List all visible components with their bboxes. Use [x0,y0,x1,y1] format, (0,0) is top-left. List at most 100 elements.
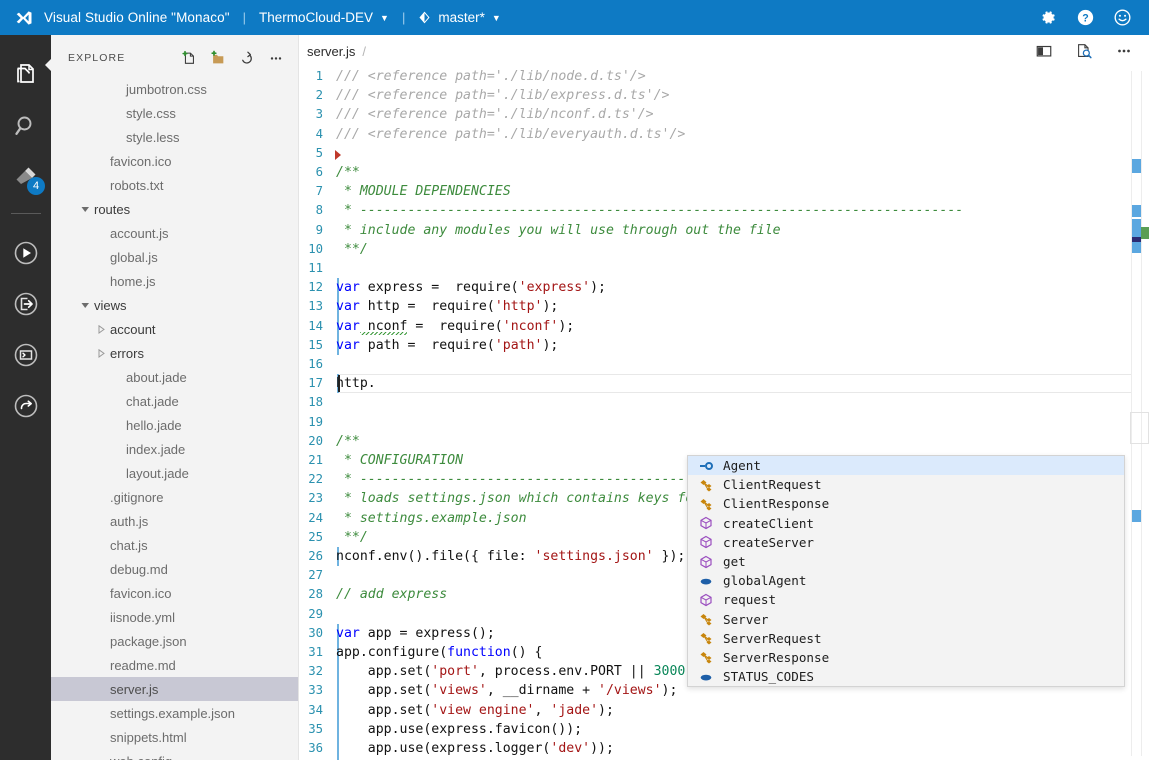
code-line[interactable]: 34 app.set('view engine', 'jade'); [299,701,1149,720]
new-folder-icon[interactable] [210,50,226,66]
tree-file[interactable]: web.config [51,749,298,760]
new-file-icon[interactable] [181,50,197,66]
tree-file[interactable]: snippets.html [51,725,298,749]
autocomplete-item[interactable]: createClient [688,514,1124,533]
autocomplete-item[interactable]: ServerResponse [688,648,1124,667]
activity-item-deploy[interactable] [0,278,51,329]
tree-folder[interactable]: errors [51,341,298,365]
activity-item-run[interactable] [0,227,51,278]
activity-item-explore[interactable] [0,49,51,100]
code-line[interactable]: 12var express = require('express'); [299,278,1149,297]
autocomplete-popup[interactable]: AgentClientRequestClientResponsecreateCl… [687,455,1125,687]
code-line[interactable]: 13var http = require('http'); [299,297,1149,316]
tree-indent-spacer [95,635,107,647]
smiley-face-icon[interactable] [1114,9,1131,26]
code-line[interactable]: 15var path = require('path'); [299,336,1149,355]
tree-file[interactable]: about.jade [51,365,298,389]
code-line[interactable]: 7 * MODULE DEPENDENCIES [299,182,1149,201]
chevron-down-icon[interactable] [79,203,91,215]
project-selector[interactable]: ThermoCloud-DEV ▼ [259,10,389,25]
code-editor[interactable]: 1/// <reference path='./lib/node.d.ts'/>… [299,67,1149,760]
tree-file[interactable]: home.js [51,269,298,293]
autocomplete-item[interactable]: ClientResponse [688,494,1124,513]
autocomplete-item[interactable]: globalAgent [688,571,1124,590]
tree-file[interactable]: style.css [51,101,298,125]
code-line[interactable]: 3/// <reference path='./lib/nconf.d.ts'/… [299,105,1149,124]
code-line[interactable]: 2/// <reference path='./lib/express.d.ts… [299,86,1149,105]
tree-file[interactable]: auth.js [51,509,298,533]
tree-file[interactable]: readme.md [51,653,298,677]
chevron-right-icon[interactable] [95,347,107,359]
tree-file[interactable]: .gitignore [51,485,298,509]
tree-file[interactable]: settings.example.json [51,701,298,725]
activity-item-git[interactable]: 4 [0,151,51,202]
tree-file[interactable]: package.json [51,629,298,653]
tree-file[interactable]: jumbotron.css [51,77,298,101]
editor-overview-ruler[interactable] [1130,67,1149,760]
tree-file[interactable]: layout.jade [51,461,298,485]
tree-folder[interactable]: routes [51,197,298,221]
tree-file[interactable]: style.less [51,125,298,149]
scrollbar-thumb[interactable] [1130,412,1149,444]
activity-item-console[interactable] [0,329,51,380]
code-line[interactable]: 16 [299,355,1149,374]
tree-file[interactable]: server.js [51,677,298,701]
files-icon [12,61,40,89]
code-line[interactable]: 18 [299,393,1149,412]
code-line[interactable]: 14var nconf = require('nconf'); [299,317,1149,336]
refresh-icon[interactable] [239,50,255,66]
chevron-down-icon[interactable] [79,299,91,311]
code-token: , process.env.PORT || [479,664,654,679]
tree-file[interactable]: favicon.ico [51,149,298,173]
autocomplete-item[interactable]: ServerRequest [688,629,1124,648]
line-text: var path = require('path'); [331,336,558,355]
code-line[interactable]: 17http. [299,374,1149,393]
tree-file[interactable]: iisnode.yml [51,605,298,629]
activity-item-search[interactable] [0,100,51,151]
tree-file[interactable]: chat.jade [51,389,298,413]
breakpoint-marker-icon[interactable] [335,150,341,160]
code-line[interactable]: 8 * ------------------------------------… [299,201,1149,220]
breadcrumb-file[interactable]: server.js [307,44,355,59]
tree-file[interactable]: account.js [51,221,298,245]
document-search-icon[interactable] [1075,42,1093,60]
autocomplete-item[interactable]: request [688,590,1124,609]
code-line[interactable]: 9 * include any modules you will use thr… [299,221,1149,240]
activity-item-refresh[interactable] [0,380,51,431]
autocomplete-item[interactable]: createServer [688,533,1124,552]
code-line[interactable]: 11 [299,259,1149,278]
autocomplete-item[interactable]: Server [688,610,1124,629]
code-line[interactable]: 20/** [299,432,1149,451]
tree-folder[interactable]: views [51,293,298,317]
code-line[interactable]: 36 app.use(express.logger('dev')); [299,739,1149,758]
code-line[interactable]: 1/// <reference path='./lib/node.d.ts'/> [299,67,1149,86]
autocomplete-item[interactable]: Agent [688,456,1124,475]
chevron-right-icon[interactable] [95,323,107,335]
code-token: 'dev' [550,741,590,756]
tree-file[interactable]: index.jade [51,437,298,461]
autocomplete-item[interactable]: ClientRequest [688,475,1124,494]
tree-file[interactable]: global.js [51,245,298,269]
tree-folder[interactable]: account [51,317,298,341]
code-line[interactable]: 4/// <reference path='./lib/everyauth.d.… [299,125,1149,144]
ellipsis-icon[interactable] [268,50,284,66]
code-line[interactable]: 6/** [299,163,1149,182]
autocomplete-item[interactable]: STATUS_CODES [688,667,1124,686]
tree-file[interactable]: hello.jade [51,413,298,437]
ellipsis-icon[interactable] [1115,42,1133,60]
tree-file[interactable]: robots.txt [51,173,298,197]
gear-icon[interactable] [1040,9,1057,26]
file-tree[interactable]: jumbotron.cssstyle.cssstyle.lessfavicon.… [51,73,298,760]
code-line[interactable]: 5 [299,144,1149,163]
autocomplete-item[interactable]: get [688,552,1124,571]
tree-file[interactable]: debug.md [51,557,298,581]
tree-item-label: layout.jade [126,466,189,481]
split-editor-icon[interactable] [1035,42,1053,60]
question-mark-icon[interactable]: ? [1077,9,1094,26]
tree-file[interactable]: chat.js [51,533,298,557]
tree-file[interactable]: favicon.ico [51,581,298,605]
code-line[interactable]: 35 app.use(express.favicon()); [299,720,1149,739]
branch-selector[interactable]: master* ▼ [418,10,500,25]
code-line[interactable]: 10 **/ [299,240,1149,259]
code-line[interactable]: 19 [299,413,1149,432]
